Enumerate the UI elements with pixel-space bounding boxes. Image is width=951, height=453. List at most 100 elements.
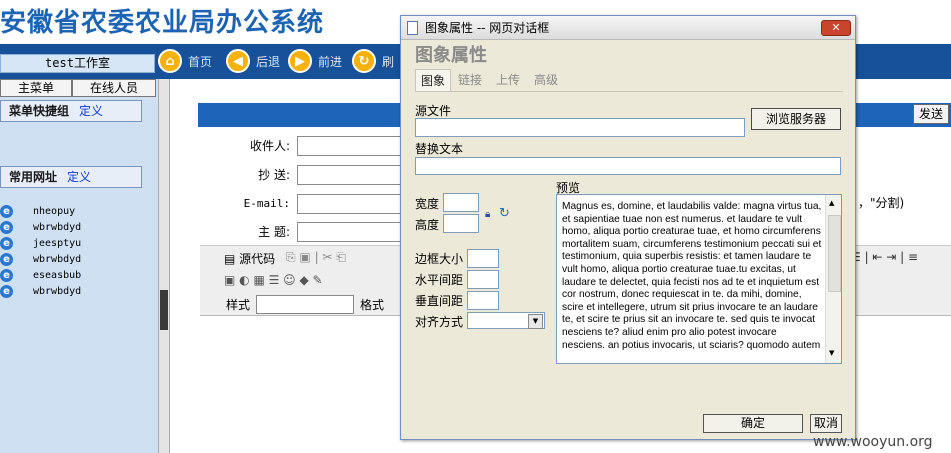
width-label: 宽度 bbox=[415, 197, 440, 211]
chevron-down-icon[interactable]: ▼ bbox=[528, 314, 543, 329]
url-label: wbrwbdyd bbox=[33, 253, 82, 265]
tab-online-users[interactable]: 在线人员 bbox=[72, 79, 156, 97]
tab-main-menu[interactable]: 主菜单 bbox=[0, 79, 72, 97]
tab-advanced[interactable]: 高级 bbox=[529, 69, 563, 91]
ie-icon: e bbox=[0, 220, 13, 234]
cc-label: 抄 送: bbox=[258, 168, 290, 182]
quick-group-title: 菜单快捷组 bbox=[9, 104, 70, 118]
url-label: wbrwbdyd bbox=[33, 285, 82, 297]
height-input[interactable] bbox=[443, 214, 479, 233]
forward-arrow-icon: ▶ bbox=[288, 49, 312, 73]
tab-link[interactable]: 链接 bbox=[453, 69, 487, 91]
collapse-arrow-icon[interactable] bbox=[160, 290, 168, 330]
refresh-icon: ↻ bbox=[352, 49, 376, 73]
source-file-label: 源文件 bbox=[415, 104, 452, 118]
preview-text: Magnus es, domine, et laudabilis valde: … bbox=[562, 201, 822, 351]
ok-button[interactable]: 确定 bbox=[703, 414, 803, 433]
dialog-heading: 图象属性 bbox=[415, 45, 487, 66]
quick-group-header: 菜单快捷组 定义 bbox=[0, 100, 142, 122]
url-item[interactable]: e nheopuy bbox=[0, 203, 75, 219]
user-workspace-label: test工作室 bbox=[0, 54, 155, 73]
ie-icon: e bbox=[0, 204, 13, 218]
style-select[interactable] bbox=[256, 295, 354, 314]
browse-server-button[interactable]: 浏览服务器 bbox=[751, 108, 841, 130]
ie-icon: e bbox=[0, 284, 13, 298]
url-item[interactable]: e wbrwbdyd bbox=[0, 283, 81, 299]
ie-icon: e bbox=[0, 252, 13, 266]
dialog-window-title: 图象属性 -- 网页对话框 bbox=[425, 21, 550, 35]
forward-label: 前进 bbox=[318, 54, 343, 69]
preview-box: Magnus es, domine, et laudabilis valde: … bbox=[556, 194, 842, 364]
home-icon: ⌂ bbox=[158, 49, 182, 73]
system-title: 安徽省农委农业局办公系统 bbox=[0, 8, 325, 38]
common-urls-header: 常用网址 定义 bbox=[0, 166, 142, 188]
alt-text-input[interactable] bbox=[415, 157, 841, 175]
document-icon bbox=[407, 21, 418, 35]
hspace-input[interactable] bbox=[467, 270, 499, 289]
home-label: 首页 bbox=[188, 54, 213, 69]
home-button[interactable]: ⌂ 首页 bbox=[158, 47, 212, 75]
back-label: 后退 bbox=[256, 54, 281, 69]
ie-icon: e bbox=[0, 236, 13, 250]
tab-divider bbox=[415, 91, 843, 92]
tab-upload[interactable]: 上传 bbox=[491, 69, 525, 91]
back-button[interactable]: ◀ 后退 bbox=[226, 47, 280, 75]
url-label: eseasbub bbox=[33, 269, 82, 281]
url-label: jeesptyu bbox=[33, 237, 82, 249]
common-urls-title: 常用网址 bbox=[9, 170, 58, 184]
recipient-label: 收件人: bbox=[249, 139, 290, 153]
copy-icon[interactable]: ⎘ ▣ | ✂ ⎗ bbox=[286, 250, 346, 265]
url-item[interactable]: e wbrwbdyd bbox=[0, 251, 81, 267]
vspace-label: 垂直间距 bbox=[415, 294, 464, 308]
reset-size-icon[interactable]: ↻ bbox=[499, 206, 510, 221]
source-code-label: 源代码 bbox=[239, 252, 276, 266]
image-properties-dialog: 图象属性 -- 网页对话框 ✕ 图象属性 图象 链接 上传 高级 源文件 浏览服… bbox=[400, 15, 856, 440]
separator-note: ，"分割) bbox=[858, 196, 905, 210]
subject-input[interactable] bbox=[297, 222, 407, 242]
source-code-button[interactable]: ▤ 源代码 bbox=[224, 250, 275, 267]
quick-group-define-link[interactable]: 定义 bbox=[79, 104, 103, 118]
refresh-button[interactable]: ↻ 刷 bbox=[352, 47, 394, 75]
recipient-input[interactable] bbox=[297, 136, 407, 156]
scroll-up-icon[interactable]: ▲ bbox=[829, 199, 834, 207]
sidebar-splitter[interactable] bbox=[158, 79, 170, 453]
url-item[interactable]: e eseasbub bbox=[0, 267, 81, 283]
cancel-button[interactable]: 取消 bbox=[810, 414, 842, 433]
ie-icon: e bbox=[0, 268, 13, 282]
indent-icons[interactable]: ☰ | ⇤ ⇥ | ≡ bbox=[850, 250, 918, 264]
subject-label: 主 题: bbox=[258, 225, 290, 239]
border-input[interactable] bbox=[467, 249, 499, 268]
hspace-label: 水平间距 bbox=[415, 273, 464, 287]
email-label: E-mail: bbox=[243, 197, 290, 210]
source-file-input[interactable] bbox=[415, 118, 745, 137]
vspace-input[interactable] bbox=[467, 291, 499, 310]
scroll-thumb[interactable] bbox=[828, 215, 841, 292]
url-item[interactable]: e wbrwbdyd bbox=[0, 219, 81, 235]
width-input[interactable] bbox=[443, 193, 479, 212]
alt-text-label: 替换文本 bbox=[415, 142, 464, 156]
preview-scrollbar[interactable]: ▲ ▼ bbox=[825, 195, 841, 363]
forward-button[interactable]: ▶ 前进 bbox=[288, 47, 342, 75]
url-label: wbrwbdyd bbox=[33, 221, 82, 233]
insert-icons[interactable]: ▣ ◐ ▦ ☰ ☺ ◆ ✎ bbox=[224, 273, 323, 287]
refresh-label: 刷 bbox=[382, 54, 395, 69]
align-label: 对齐方式 bbox=[415, 315, 464, 329]
send-button[interactable]: 发送 bbox=[913, 104, 949, 124]
align-select[interactable]: ▼ bbox=[467, 312, 545, 329]
watermark: www.wooyun.org bbox=[813, 434, 933, 450]
lock-ratio-icon[interactable]: 🔒︎ bbox=[485, 209, 490, 220]
border-label: 边框大小 bbox=[415, 252, 464, 266]
height-label: 高度 bbox=[415, 218, 440, 232]
url-item[interactable]: e jeesptyu bbox=[0, 235, 81, 251]
tab-image[interactable]: 图象 bbox=[415, 69, 451, 91]
dialog-titlebar[interactable]: 图象属性 -- 网页对话框 bbox=[401, 16, 855, 40]
email-input[interactable] bbox=[297, 194, 407, 214]
style-label: 样式 bbox=[226, 298, 251, 312]
common-urls-define-link[interactable]: 定义 bbox=[67, 170, 91, 184]
back-arrow-icon: ◀ bbox=[226, 49, 250, 73]
cc-input[interactable] bbox=[297, 165, 407, 185]
close-button[interactable]: ✕ bbox=[821, 20, 851, 36]
scroll-down-icon[interactable]: ▼ bbox=[829, 349, 834, 357]
format-label: 格式 bbox=[360, 298, 385, 312]
url-label: nheopuy bbox=[33, 205, 76, 217]
